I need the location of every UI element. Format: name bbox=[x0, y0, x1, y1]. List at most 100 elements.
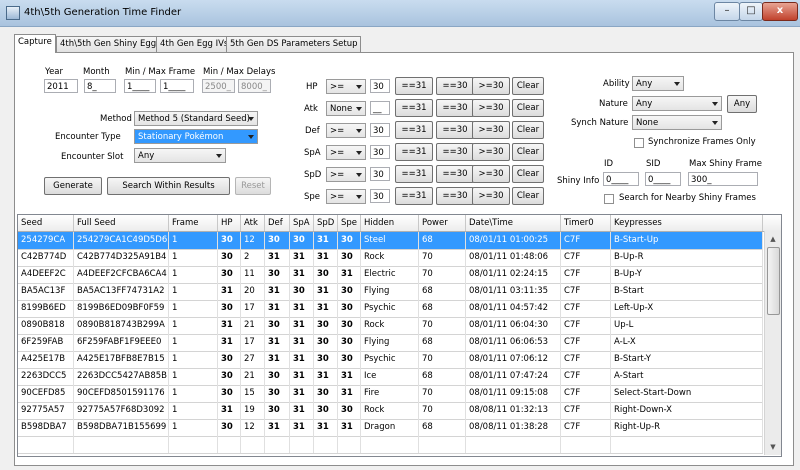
synchronize-frames-checkbox[interactable] bbox=[634, 138, 644, 148]
column-header[interactable]: Power bbox=[419, 215, 466, 231]
clear-button-atk[interactable]: Clear bbox=[512, 99, 544, 117]
iv-input-spe[interactable]: 30 bbox=[370, 189, 390, 203]
eq31-button-spa[interactable]: ==31 bbox=[395, 143, 433, 161]
column-header[interactable]: Def bbox=[265, 215, 290, 231]
title-bar[interactable]: 4th\5th Generation Time Finder – □ x bbox=[0, 0, 800, 27]
table-row[interactable] bbox=[18, 436, 763, 454]
table-row[interactable]: 8199B6ED 8199B6ED09BF0F59 1 30 17 31 31 31 30 Psy… bbox=[18, 300, 763, 318]
column-header[interactable]: Timer0 bbox=[561, 215, 611, 231]
eq30-button-hp[interactable]: ==30 bbox=[436, 77, 474, 95]
max-frame-input[interactable]: 1____ bbox=[160, 79, 194, 93]
minimize-button[interactable]: – bbox=[714, 2, 740, 21]
ge30-button-def[interactable]: >=30 bbox=[472, 121, 510, 139]
tab-shiny-egg[interactable]: 4th\5th Gen Shiny Egg bbox=[56, 36, 161, 52]
column-header[interactable]: Hidden bbox=[361, 215, 419, 231]
table-row[interactable]: 0890B818 0890B818743B299A 1 31 21 30 31 30 30 Roc… bbox=[18, 317, 763, 335]
column-header[interactable]: HP bbox=[218, 215, 241, 231]
column-header[interactable]: Full Seed bbox=[74, 215, 169, 231]
table-row[interactable]: 6F259FAB 6F259FABF1F9EEE0 1 31 17 31 31 30 30 Fly… bbox=[18, 334, 763, 352]
tab-ds-parameters[interactable]: 5th Gen DS Parameters Setup bbox=[226, 36, 362, 52]
vertical-scrollbar[interactable]: ▲ ▼ bbox=[764, 231, 781, 455]
table-row[interactable]: BA5AC13F BA5AC13FF74731A2 1 31 20 31 30 31 30 Fly… bbox=[18, 283, 763, 301]
encounter-slot-select[interactable]: Any bbox=[134, 148, 226, 163]
generate-button[interactable]: Generate bbox=[44, 177, 102, 195]
iv-op-select-spa[interactable]: >= bbox=[326, 145, 366, 160]
reset-button[interactable]: Reset bbox=[235, 177, 271, 195]
table-row[interactable]: A4DEEF2C A4DEEF2CFCBA6CA4 1 30 11 30 31 30 31 Ele… bbox=[18, 266, 763, 284]
clear-button-hp[interactable]: Clear bbox=[512, 77, 544, 95]
eq31-button-def[interactable]: ==31 bbox=[395, 121, 433, 139]
nature-any-button[interactable]: Any bbox=[727, 95, 757, 113]
table-cell: C7F bbox=[561, 249, 611, 266]
scroll-thumb[interactable] bbox=[767, 247, 780, 315]
iv-op-select-def[interactable]: >= bbox=[326, 123, 366, 138]
iv-op-select-hp[interactable]: >= bbox=[326, 79, 366, 94]
encounter-type-select[interactable]: Stationary Pokémon bbox=[134, 129, 258, 144]
year-input[interactable]: 2011 bbox=[44, 79, 78, 93]
iv-input-spd[interactable]: 30 bbox=[370, 167, 390, 181]
ge30-button-hp[interactable]: >=30 bbox=[472, 77, 510, 95]
table-cell: 68 bbox=[419, 283, 466, 300]
column-header[interactable]: Atk bbox=[241, 215, 265, 231]
column-header[interactable]: Frame bbox=[169, 215, 218, 231]
table-row[interactable]: 254279CA 254279CA1C49D5D6 1 30 12 30 30 31 30 Ste… bbox=[18, 232, 763, 250]
eq31-button-spd[interactable]: ==31 bbox=[395, 165, 433, 183]
ge30-button-spa[interactable]: >=30 bbox=[472, 143, 510, 161]
column-header[interactable]: Date\Time bbox=[466, 215, 561, 231]
iv-input-hp[interactable]: 30 bbox=[370, 79, 390, 93]
nearby-shiny-checkbox[interactable] bbox=[604, 194, 614, 204]
synch-nature-select[interactable]: None bbox=[632, 115, 722, 130]
eq31-button-spe[interactable]: ==31 bbox=[395, 187, 433, 205]
column-header[interactable]: Spe bbox=[338, 215, 361, 231]
iv-input-def[interactable]: 30 bbox=[370, 123, 390, 137]
clear-button-spa[interactable]: Clear bbox=[512, 143, 544, 161]
iv-op-select-atk[interactable]: None bbox=[326, 101, 366, 116]
table-row[interactable]: C42B774D C42B774D325A91B4 1 30 2 31 31 31 30 Rock… bbox=[18, 249, 763, 267]
column-header[interactable]: SpA bbox=[290, 215, 314, 231]
eq31-button-atk[interactable]: ==31 bbox=[395, 99, 433, 117]
id-input[interactable]: 0____ bbox=[603, 172, 639, 186]
maximize-button[interactable]: □ bbox=[739, 2, 763, 21]
ability-select[interactable]: Any bbox=[632, 76, 684, 91]
eq30-button-spa[interactable]: ==30 bbox=[436, 143, 474, 161]
ge30-button-spe[interactable]: >=30 bbox=[472, 187, 510, 205]
table-row[interactable]: 2263DCC5 2263DCC5427AB85B 1 30 21 30 31 31 31 Ice… bbox=[18, 368, 763, 386]
tab-capture[interactable]: Capture bbox=[14, 34, 56, 53]
ge30-button-spd[interactable]: >=30 bbox=[472, 165, 510, 183]
column-header[interactable]: Seed bbox=[18, 215, 74, 231]
min-frame-input[interactable]: 1____ bbox=[124, 79, 156, 93]
table-row[interactable]: B598DBA7 B598DBA71B155699 1 30 12 31 31 31 31 Dra… bbox=[18, 419, 763, 437]
month-input[interactable]: 8_ bbox=[84, 79, 116, 93]
table-row[interactable]: A425E17B A425E17BFB8E7B15 1 30 27 31 31 30 30 Psy… bbox=[18, 351, 763, 369]
iv-input-atk[interactable]: __ bbox=[370, 101, 390, 115]
close-button[interactable]: x bbox=[762, 2, 798, 21]
clear-button-def[interactable]: Clear bbox=[512, 121, 544, 139]
table-row[interactable]: 92775A57 92775A57F68D3092 1 31 19 30 31 30 30 Roc… bbox=[18, 402, 763, 420]
clear-button-spd[interactable]: Clear bbox=[512, 165, 544, 183]
iv-op-select-spe[interactable]: >= bbox=[326, 189, 366, 204]
min-delay-input[interactable]: 2500_ bbox=[202, 79, 235, 93]
eq31-button-hp[interactable]: ==31 bbox=[395, 77, 433, 95]
search-within-results-button[interactable]: Search Within Results bbox=[107, 177, 230, 195]
column-header[interactable]: SpD bbox=[314, 215, 338, 231]
eq30-button-spe[interactable]: ==30 bbox=[436, 187, 474, 205]
clear-button-spe[interactable]: Clear bbox=[512, 187, 544, 205]
ge30-button-atk[interactable]: >=30 bbox=[472, 99, 510, 117]
eq30-button-spd[interactable]: ==30 bbox=[436, 165, 474, 183]
results-grid[interactable]: Seed Full Seed Frame HP Atk Def SpA SpD Spe Hidde… bbox=[17, 214, 782, 457]
tab-egg-ivs[interactable]: 4th Gen Egg IVs bbox=[156, 36, 233, 52]
iv-input-spa[interactable]: 30 bbox=[370, 145, 390, 159]
table-cell: B-Start-Up bbox=[611, 232, 763, 249]
nature-select[interactable]: Any bbox=[632, 96, 722, 111]
iv-op-select-spd[interactable]: >= bbox=[326, 167, 366, 182]
scroll-up-icon[interactable]: ▲ bbox=[765, 231, 781, 247]
eq30-button-def[interactable]: ==30 bbox=[436, 121, 474, 139]
table-row[interactable]: 90CEFD85 90CEFD8501591176 1 30 15 30 31 30 31 Fir… bbox=[18, 385, 763, 403]
column-header[interactable]: Keypresses bbox=[611, 215, 763, 231]
method-select[interactable]: Method 5 (Standard Seed) bbox=[134, 111, 258, 126]
scroll-down-icon[interactable]: ▼ bbox=[765, 439, 781, 455]
eq30-button-atk[interactable]: ==30 bbox=[436, 99, 474, 117]
sid-input[interactable]: 0____ bbox=[645, 172, 681, 186]
max-shiny-frame-input[interactable]: 300_ bbox=[688, 172, 758, 186]
max-delay-input[interactable]: 8000_ bbox=[238, 79, 271, 93]
